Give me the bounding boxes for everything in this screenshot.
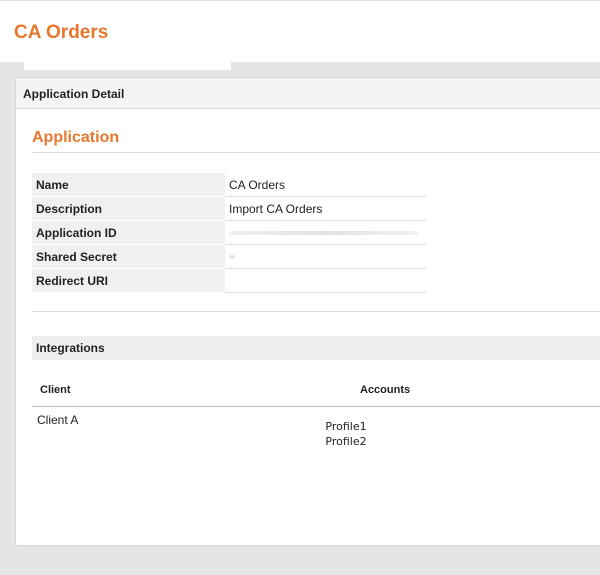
application-detail-table: Name CA Orders Description Import CA Ord… <box>32 173 426 293</box>
section-divider <box>32 152 600 153</box>
name-value: CA Orders <box>225 173 426 197</box>
section-divider <box>32 311 600 312</box>
account-item: Profile2 <box>325 435 367 448</box>
detail-row-application-id: Application ID <box>32 220 426 245</box>
app-header: CA Orders <box>0 0 600 63</box>
shared-secret-value <box>225 244 426 269</box>
shared-secret-label: Shared Secret <box>32 244 225 269</box>
application-id-value <box>225 220 426 245</box>
accounts-cell: Profile1 Profile2 <box>316 419 376 449</box>
application-detail-panel: Application Detail Application Name CA O… <box>15 77 600 546</box>
application-id-label: Application ID <box>32 220 225 245</box>
redacted-value <box>229 231 419 236</box>
client-cell: Client A <box>37 413 79 427</box>
application-section-title: Application <box>32 129 120 146</box>
name-label: Name <box>32 173 225 197</box>
redacted-value <box>229 255 235 260</box>
page: CA Orders Application Detail Application… <box>0 0 600 575</box>
detail-row-name: Name CA Orders <box>32 173 426 197</box>
detail-row-shared-secret: Shared Secret <box>32 244 426 269</box>
description-label: Description <box>32 196 225 221</box>
column-header-client: Client <box>40 384 71 396</box>
redirect-uri-value <box>225 268 426 293</box>
redirect-uri-label: Redirect URI <box>32 268 225 293</box>
description-value: Import CA Orders <box>225 196 426 221</box>
column-header-accounts: Accounts <box>360 384 411 396</box>
detail-row-redirect-uri: Redirect URI <box>32 268 426 293</box>
panel-title: Application Detail <box>23 87 125 101</box>
integrations-title: Integrations <box>36 341 105 355</box>
table-header-divider <box>32 406 600 407</box>
active-tab[interactable] <box>24 62 231 70</box>
page-title: CA Orders <box>14 22 109 43</box>
account-item: Profile1 <box>325 420 367 433</box>
integrations-header: Integrations <box>32 336 600 360</box>
detail-row-description: Description Import CA Orders <box>32 196 426 221</box>
panel-header: Application Detail <box>16 78 600 109</box>
